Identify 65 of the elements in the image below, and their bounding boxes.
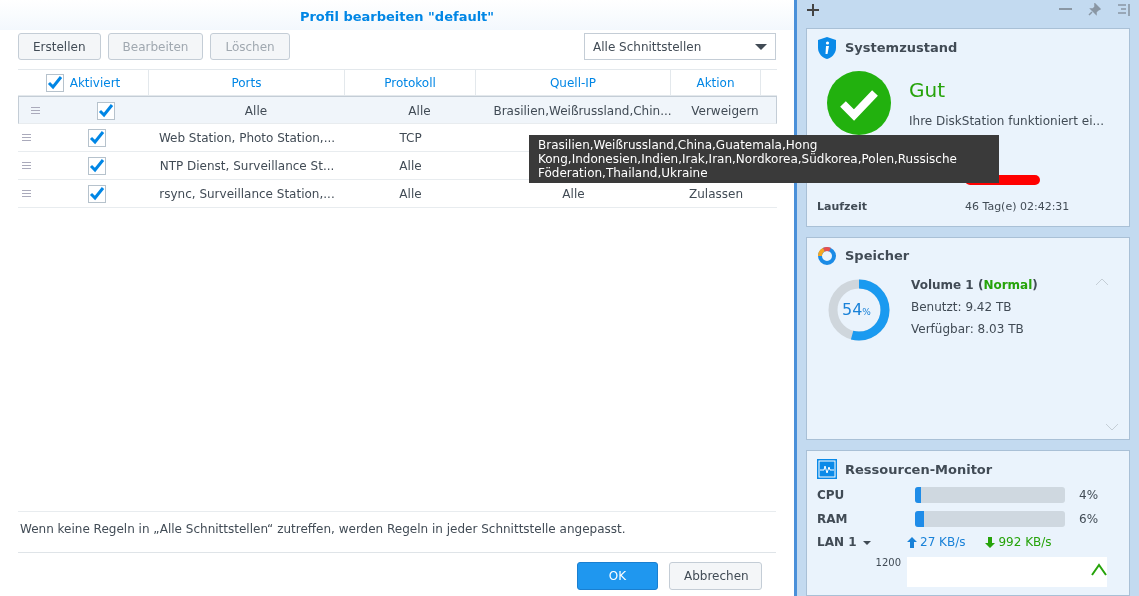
caret-icon — [755, 43, 767, 50]
table-cell: Alle — [562, 186, 585, 201]
checkbox[interactable] — [88, 128, 106, 147]
used-space: Benutzt: 9.42 TB — [911, 299, 1013, 314]
table-cell: Brasilien,Weißrussland,Chin... — [493, 103, 672, 118]
drag-handle-icon[interactable] — [22, 190, 31, 197]
free-space: Verfügbar: 8.03 TB — [911, 321, 1025, 336]
tooltip: Brasilien,Weißrussland,China,Guatemala,Hong Kong,Indonesien,Indien,Irak,Iran,Nordkorea,Südkorea,Polen,Russische Föderation,Thailand,Ukraine — [529, 135, 999, 183]
checkbox[interactable] — [45, 73, 64, 92]
upload-arrow-icon — [907, 536, 917, 548]
meter-label: CPU — [817, 488, 846, 502]
axis-label: 1200 — [874, 557, 901, 568]
drag-handle-icon[interactable] — [22, 134, 31, 141]
toolbar-button[interactable]: Erstellen — [18, 33, 101, 60]
widget-title: Speicher — [845, 248, 910, 264]
minimize-icon[interactable] — [1059, 8, 1072, 12]
table-cell: Alle — [399, 186, 422, 201]
table-cell: Alle — [399, 158, 422, 173]
donut-icon — [817, 245, 837, 266]
table-cell: TCP — [399, 130, 422, 145]
widget-title: Systemzustand — [845, 40, 958, 56]
status-text: Gut — [909, 77, 946, 102]
chevron-up-icon[interactable] — [1095, 277, 1109, 286]
checkmark-icon — [827, 70, 891, 135]
pin-icon[interactable] — [1088, 3, 1101, 17]
interface-dropdown[interactable]: LAN 1 — [817, 535, 887, 549]
drag-handle-icon[interactable] — [31, 107, 40, 114]
widget-title: Ressourcen-Monitor — [845, 461, 993, 477]
pulse-monitor-icon — [817, 459, 837, 479]
usage-ring — [827, 277, 891, 342]
table-cell: rsync, Surveillance Station,... — [159, 186, 335, 201]
column-header[interactable]: Aktiviert — [69, 75, 121, 90]
download-rate: 992 KB/s — [998, 535, 1052, 549]
checkbox[interactable] — [88, 156, 106, 175]
table-cell: Web Station, Photo Station,... — [158, 130, 336, 145]
menu-icon[interactable] — [1117, 3, 1130, 17]
info-label: Laufzeit — [817, 199, 867, 213]
cancel-button[interactable]: Abbrechen — [669, 562, 762, 590]
info-shield-icon — [817, 36, 837, 59]
usage-percent: 54% — [842, 299, 871, 319]
column-header[interactable]: Protokoll — [345, 70, 476, 95]
info-note: Wenn keine Regeln in „Alle Schnittstellen“ zutreffen, werden Regeln in jeder Schnittstelle angepasst. — [20, 522, 626, 536]
table-cell: Alle — [244, 103, 268, 118]
column-header[interactable]: Quell-IP — [476, 70, 671, 95]
chevron-down-icon[interactable] — [1105, 423, 1119, 431]
table-cell: Verweigern — [691, 103, 759, 118]
interface-dropdown[interactable]: Alle Schnittstellen — [584, 33, 776, 60]
table-cell: NTP Dienst, Surveillance St... — [159, 158, 335, 173]
meter-reading: 6% — [1079, 512, 1100, 526]
table-cell: Alle — [408, 103, 431, 118]
upload-rate: 27 KB/s — [920, 535, 966, 549]
meter-label: RAM — [817, 512, 849, 526]
status-message: Ihre DiskStation funktioniert ei... — [909, 113, 1104, 128]
volume-status: Volume 1 (Normal) — [911, 277, 1038, 292]
drag-handle-icon[interactable] — [22, 162, 31, 169]
meter-reading: 4% — [1079, 488, 1100, 502]
column-header[interactable]: Aktion — [671, 70, 761, 95]
column-header[interactable]: Ports — [149, 70, 345, 95]
checkbox[interactable] — [88, 184, 106, 203]
table-cell: Zulassen — [689, 186, 743, 201]
info-value: 46 Tag(e) 02:42:31 — [965, 199, 1071, 213]
table-row[interactable]: Alle Alle Brasilien,Weißrussland,Chin... Verweigern — [18, 96, 777, 124]
download-arrow-icon — [985, 536, 996, 548]
add-icon[interactable] — [806, 2, 820, 17]
checkbox[interactable] — [97, 101, 115, 120]
